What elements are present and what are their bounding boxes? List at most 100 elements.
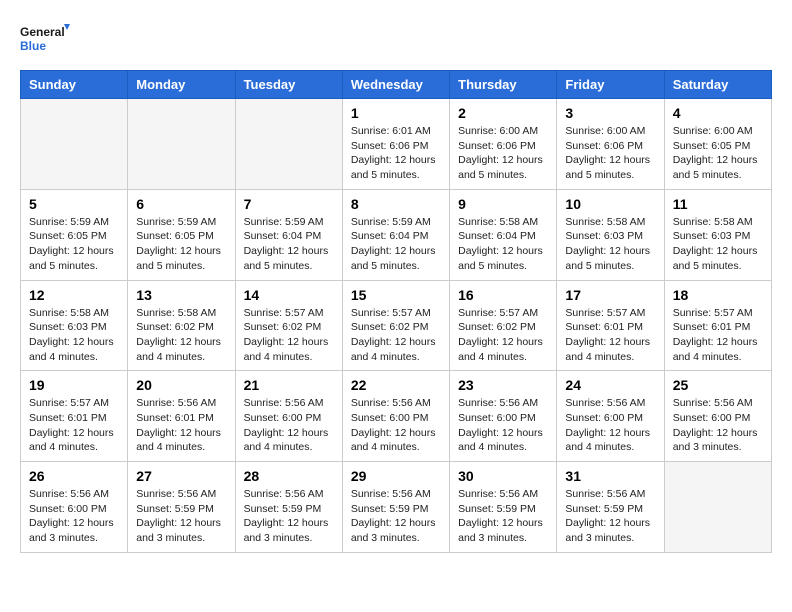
calendar-cell: 10 Sunrise: 5:58 AM Sunset: 6:03 PM Dayli… bbox=[557, 189, 664, 280]
calendar-cell bbox=[128, 99, 235, 190]
day-number: 5 bbox=[29, 196, 119, 212]
calendar-cell: 6 Sunrise: 5:59 AM Sunset: 6:05 PM Daylig… bbox=[128, 189, 235, 280]
calendar-cell: 23Sunrise: 5:56 AM Sunset: 6:00 PM Dayli… bbox=[450, 371, 557, 462]
cell-info: Sunrise: 5:57 AM Sunset: 6:02 PM Dayligh… bbox=[244, 306, 334, 365]
day-number: 11 bbox=[673, 196, 763, 212]
calendar-cell: 24Sunrise: 5:56 AM Sunset: 6:00 PM Dayli… bbox=[557, 371, 664, 462]
day-number: 6 bbox=[136, 196, 226, 212]
calendar-cell: 22 Sunrise: 5:56 AM Sunset: 6:00 PM Dayli… bbox=[342, 371, 449, 462]
cell-info: Sunrise: 5:57 AM Sunset: 6:01 PM Dayligh… bbox=[565, 306, 655, 365]
calendar-cell: 16 Sunrise: 5:57 AM Sunset: 6:02 PM Dayli… bbox=[450, 280, 557, 371]
calendar-cell: 28 Sunrise: 5:56 AM Sunset: 5:59 PM Dayli… bbox=[235, 462, 342, 553]
cell-info: Sunrise: 6:00 AM Sunset: 6:06 PM Dayligh… bbox=[565, 124, 655, 183]
logo-svg: General Blue bbox=[20, 20, 70, 60]
calendar-cell: 14 Sunrise: 5:57 AM Sunset: 6:02 PM Dayli… bbox=[235, 280, 342, 371]
day-number: 12 bbox=[29, 287, 119, 303]
day-number: 13 bbox=[136, 287, 226, 303]
calendar-cell: 13 Sunrise: 5:58 AM Sunset: 6:02 PM Dayli… bbox=[128, 280, 235, 371]
cell-info: Sunrise: 5:57 AM Sunset: 6:02 PM Dayligh… bbox=[458, 306, 548, 365]
calendar-cell: 8Sunrise: 5:59 AM Sunset: 6:04 PM Daylig… bbox=[342, 189, 449, 280]
calendar-cell: 4Sunrise: 6:00 AM Sunset: 6:05 PM Daylig… bbox=[664, 99, 771, 190]
cell-info: Sunrise: 5:59 AM Sunset: 6:04 PM Dayligh… bbox=[351, 215, 441, 274]
cell-info: Sunrise: 6:00 AM Sunset: 6:06 PM Dayligh… bbox=[458, 124, 548, 183]
cell-info: Sunrise: 5:56 AM Sunset: 6:00 PM Dayligh… bbox=[673, 396, 763, 455]
day-number: 4 bbox=[673, 105, 763, 121]
cell-info: Sunrise: 5:56 AM Sunset: 5:59 PM Dayligh… bbox=[565, 487, 655, 546]
cell-info: Sunrise: 5:56 AM Sunset: 6:00 PM Dayligh… bbox=[565, 396, 655, 455]
calendar-cell: 21 Sunrise: 5:56 AM Sunset: 6:00 PM Dayli… bbox=[235, 371, 342, 462]
cell-info: Sunrise: 5:58 AM Sunset: 6:03 PM Dayligh… bbox=[29, 306, 119, 365]
cell-info: Sunrise: 5:56 AM Sunset: 6:00 PM Dayligh… bbox=[244, 396, 334, 455]
weekday-header-sunday: Sunday bbox=[21, 71, 128, 99]
day-number: 22 bbox=[351, 377, 441, 393]
calendar-week-4: 26Sunrise: 5:56 AM Sunset: 6:00 PM Dayli… bbox=[21, 462, 772, 553]
day-number: 7 bbox=[244, 196, 334, 212]
calendar-week-1: 5 Sunrise: 5:59 AM Sunset: 6:05 PM Daylig… bbox=[21, 189, 772, 280]
cell-info: Sunrise: 6:01 AM Sunset: 6:06 PM Dayligh… bbox=[351, 124, 441, 183]
calendar-week-3: 19 Sunrise: 5:57 AM Sunset: 6:01 PM Dayli… bbox=[21, 371, 772, 462]
calendar-cell: 5 Sunrise: 5:59 AM Sunset: 6:05 PM Daylig… bbox=[21, 189, 128, 280]
calendar-cell: 26Sunrise: 5:56 AM Sunset: 6:00 PM Dayli… bbox=[21, 462, 128, 553]
calendar-cell: 1 Sunrise: 6:01 AM Sunset: 6:06 PM Daylig… bbox=[342, 99, 449, 190]
day-number: 2 bbox=[458, 105, 548, 121]
calendar-week-2: 12 Sunrise: 5:58 AM Sunset: 6:03 PM Dayli… bbox=[21, 280, 772, 371]
calendar-cell: 27 Sunrise: 5:56 AM Sunset: 5:59 PM Dayli… bbox=[128, 462, 235, 553]
calendar-cell: 20 Sunrise: 5:56 AM Sunset: 6:01 PM Dayli… bbox=[128, 371, 235, 462]
header: General Blue bbox=[20, 20, 772, 60]
day-number: 20 bbox=[136, 377, 226, 393]
cell-info: Sunrise: 5:57 AM Sunset: 6:01 PM Dayligh… bbox=[29, 396, 119, 455]
weekday-header-thursday: Thursday bbox=[450, 71, 557, 99]
day-number: 10 bbox=[565, 196, 655, 212]
day-number: 30 bbox=[458, 468, 548, 484]
calendar-cell: 31 Sunrise: 5:56 AM Sunset: 5:59 PM Dayli… bbox=[557, 462, 664, 553]
cell-info: Sunrise: 5:56 AM Sunset: 6:00 PM Dayligh… bbox=[351, 396, 441, 455]
day-number: 14 bbox=[244, 287, 334, 303]
day-number: 19 bbox=[29, 377, 119, 393]
cell-info: Sunrise: 5:56 AM Sunset: 6:01 PM Dayligh… bbox=[136, 396, 226, 455]
day-number: 27 bbox=[136, 468, 226, 484]
calendar-cell: 25 Sunrise: 5:56 AM Sunset: 6:00 PM Dayli… bbox=[664, 371, 771, 462]
calendar-cell: 19 Sunrise: 5:57 AM Sunset: 6:01 PM Dayli… bbox=[21, 371, 128, 462]
calendar-cell: 17Sunrise: 5:57 AM Sunset: 6:01 PM Dayli… bbox=[557, 280, 664, 371]
weekday-header-tuesday: Tuesday bbox=[235, 71, 342, 99]
day-number: 15 bbox=[351, 287, 441, 303]
cell-info: Sunrise: 5:58 AM Sunset: 6:03 PM Dayligh… bbox=[565, 215, 655, 274]
svg-text:Blue: Blue bbox=[20, 39, 46, 53]
day-number: 25 bbox=[673, 377, 763, 393]
day-number: 16 bbox=[458, 287, 548, 303]
weekday-header-saturday: Saturday bbox=[664, 71, 771, 99]
calendar-cell: 12 Sunrise: 5:58 AM Sunset: 6:03 PM Dayli… bbox=[21, 280, 128, 371]
cell-info: Sunrise: 5:58 AM Sunset: 6:03 PM Dayligh… bbox=[673, 215, 763, 274]
svg-text:General: General bbox=[20, 25, 65, 39]
day-number: 28 bbox=[244, 468, 334, 484]
weekday-header-wednesday: Wednesday bbox=[342, 71, 449, 99]
calendar-cell: 11 Sunrise: 5:58 AM Sunset: 6:03 PM Dayli… bbox=[664, 189, 771, 280]
calendar-cell: 29 Sunrise: 5:56 AM Sunset: 5:59 PM Dayli… bbox=[342, 462, 449, 553]
calendar-cell: 30Sunrise: 5:56 AM Sunset: 5:59 PM Dayli… bbox=[450, 462, 557, 553]
cell-info: Sunrise: 5:59 AM Sunset: 6:05 PM Dayligh… bbox=[29, 215, 119, 274]
cell-info: Sunrise: 5:58 AM Sunset: 6:04 PM Dayligh… bbox=[458, 215, 548, 274]
weekday-header-friday: Friday bbox=[557, 71, 664, 99]
cell-info: Sunrise: 5:59 AM Sunset: 6:05 PM Dayligh… bbox=[136, 215, 226, 274]
day-number: 21 bbox=[244, 377, 334, 393]
calendar-table: SundayMondayTuesdayWednesdayThursdayFrid… bbox=[20, 70, 772, 553]
calendar-cell bbox=[235, 99, 342, 190]
calendar-cell bbox=[21, 99, 128, 190]
cell-info: Sunrise: 5:58 AM Sunset: 6:02 PM Dayligh… bbox=[136, 306, 226, 365]
cell-info: Sunrise: 5:56 AM Sunset: 5:59 PM Dayligh… bbox=[351, 487, 441, 546]
logo: General Blue bbox=[20, 20, 70, 60]
calendar-cell: 7 Sunrise: 5:59 AM Sunset: 6:04 PM Daylig… bbox=[235, 189, 342, 280]
day-number: 29 bbox=[351, 468, 441, 484]
calendar-cell: 3 Sunrise: 6:00 AM Sunset: 6:06 PM Daylig… bbox=[557, 99, 664, 190]
day-number: 23 bbox=[458, 377, 548, 393]
day-number: 9 bbox=[458, 196, 548, 212]
cell-info: Sunrise: 5:59 AM Sunset: 6:04 PM Dayligh… bbox=[244, 215, 334, 274]
day-number: 31 bbox=[565, 468, 655, 484]
cell-info: Sunrise: 5:56 AM Sunset: 5:59 PM Dayligh… bbox=[136, 487, 226, 546]
calendar-cell bbox=[664, 462, 771, 553]
day-number: 3 bbox=[565, 105, 655, 121]
day-number: 1 bbox=[351, 105, 441, 121]
cell-info: Sunrise: 5:56 AM Sunset: 5:59 PM Dayligh… bbox=[244, 487, 334, 546]
calendar-week-0: 1 Sunrise: 6:01 AM Sunset: 6:06 PM Daylig… bbox=[21, 99, 772, 190]
calendar-cell: 2 Sunrise: 6:00 AM Sunset: 6:06 PM Daylig… bbox=[450, 99, 557, 190]
